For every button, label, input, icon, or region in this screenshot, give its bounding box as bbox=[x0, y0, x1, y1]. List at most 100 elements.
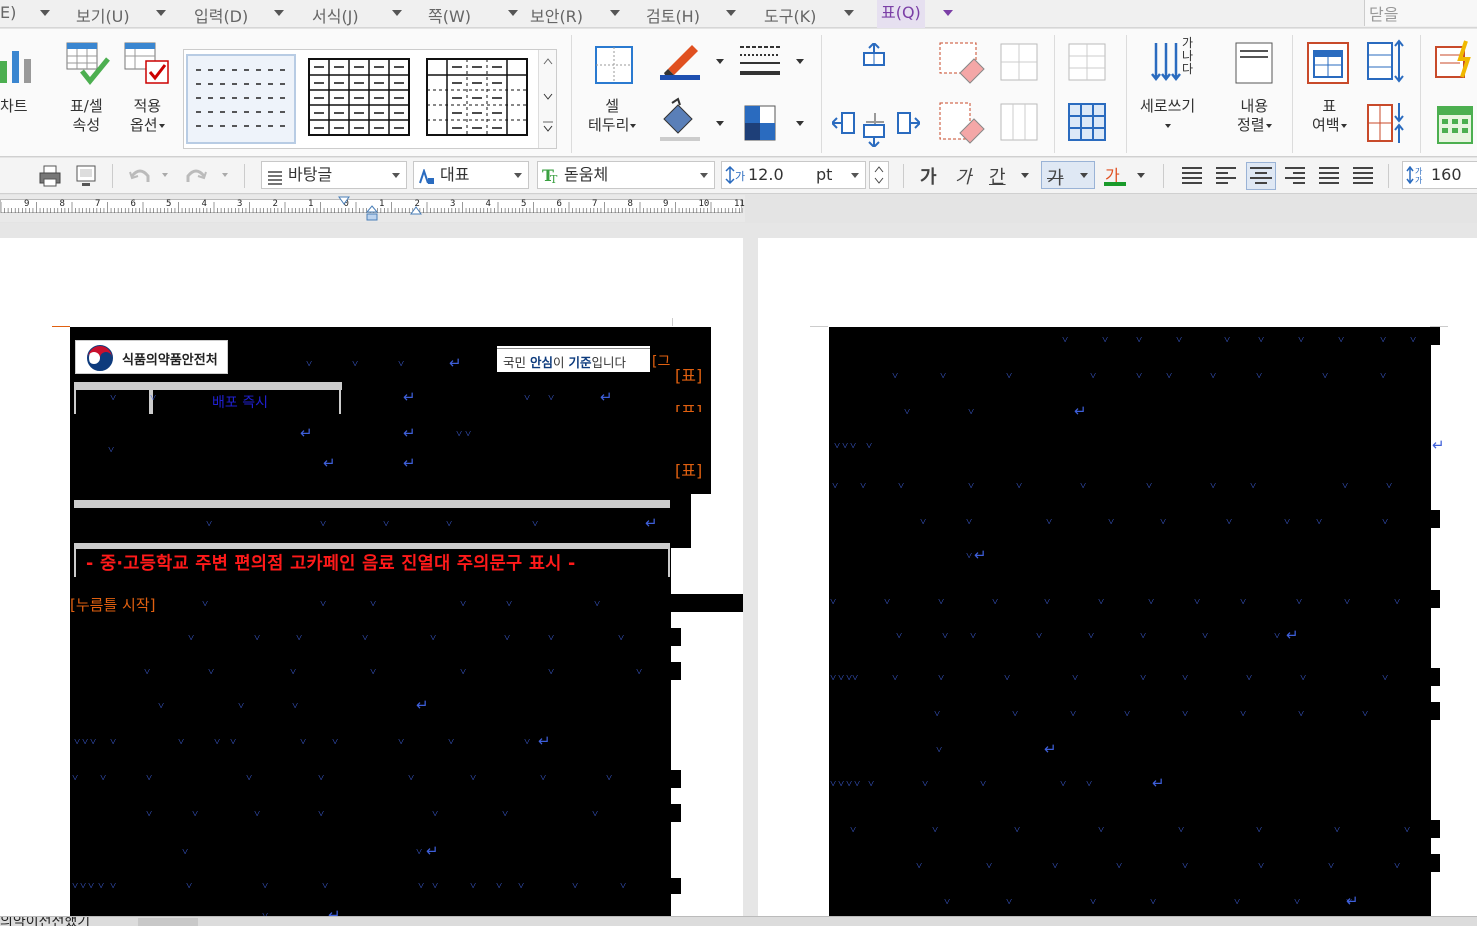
bold-button[interactable]: 가 bbox=[920, 163, 937, 189]
menu-arrow-icon[interactable] bbox=[726, 10, 736, 16]
font-size-input[interactable]: 가 12.0 pt bbox=[721, 161, 866, 189]
split-cells-icon[interactable] bbox=[1000, 103, 1038, 141]
page-left[interactable]: 식품의약품안전처 국민 안심이 기준입니다 [그 배포 즉시 [표] [표] [… bbox=[0, 238, 743, 923]
line-spacing-input[interactable]: 가가 160 bbox=[1402, 161, 1477, 189]
insert-right-icon[interactable] bbox=[896, 111, 922, 135]
document-area[interactable]: 식품의약품안전처 국민 안심이 기준입니다 [그 배포 즉시 [표] [표] [… bbox=[0, 223, 1477, 923]
underline-button[interactable]: 간 bbox=[989, 163, 1006, 189]
table-cell-properties-icon[interactable] bbox=[66, 41, 112, 87]
align-divide-icon[interactable] bbox=[1351, 164, 1375, 188]
representative-font-select[interactable]: 대표 bbox=[413, 161, 529, 189]
table-style-grid-bold[interactable] bbox=[306, 56, 412, 142]
menu-arrow-icon[interactable] bbox=[610, 10, 620, 16]
cell-block-icon[interactable] bbox=[1068, 43, 1106, 81]
space-mark: ˅ bbox=[1380, 369, 1387, 382]
align-right-icon[interactable] bbox=[1283, 164, 1307, 188]
menu-arrow-icon[interactable] bbox=[156, 10, 166, 16]
paragraph-return-mark: ↵ bbox=[645, 514, 658, 532]
border-pen-color-icon[interactable] bbox=[658, 41, 702, 81]
menu-item[interactable]: 서식(J) bbox=[312, 3, 359, 27]
ruler-number: 6 bbox=[130, 199, 136, 209]
table-style-grid-mixed[interactable] bbox=[424, 56, 530, 142]
status-tab[interactable] bbox=[138, 918, 198, 926]
content-align-button[interactable]: 내용 정렬 bbox=[1237, 97, 1272, 135]
insert-above-icon[interactable] bbox=[862, 41, 886, 67]
row-height-equal-icon[interactable] bbox=[1366, 39, 1406, 83]
cell-fill-arrow-icon[interactable] bbox=[716, 121, 724, 126]
search-input[interactable]: 닫을 bbox=[1364, 0, 1477, 26]
menu-item[interactable]: 보안(R) bbox=[530, 3, 583, 27]
table-grid-icon[interactable] bbox=[1068, 103, 1106, 141]
menu-arrow-icon[interactable] bbox=[844, 10, 854, 16]
align-center-icon[interactable] bbox=[1246, 162, 1276, 190]
menu-arrow-icon[interactable] bbox=[40, 10, 50, 16]
space-mark: ˅ bbox=[98, 879, 105, 892]
merge-cells-icon[interactable] bbox=[1000, 43, 1038, 81]
menu-item[interactable]: 검토(H) bbox=[646, 3, 700, 27]
menu-item[interactable]: 보기(U) bbox=[76, 3, 130, 27]
cell-fill-icon[interactable] bbox=[658, 97, 702, 141]
strike-button[interactable]: 가 bbox=[1041, 161, 1095, 189]
menu-item[interactable]: 도구(K) bbox=[764, 3, 816, 27]
align-distribute-icon[interactable] bbox=[1317, 164, 1341, 188]
formula-icon[interactable] bbox=[1434, 39, 1477, 83]
ruler-indent-marker-right[interactable] bbox=[410, 205, 422, 215]
style-select[interactable]: 바탕글 bbox=[261, 161, 407, 189]
redo-icon[interactable] bbox=[184, 164, 208, 188]
ruler-indent-marker-left[interactable] bbox=[338, 195, 350, 205]
apply-options-icon[interactable] bbox=[124, 41, 170, 87]
menu-table[interactable]: 표(Q) bbox=[877, 0, 925, 28]
border-line-style-icon[interactable] bbox=[740, 43, 780, 79]
align-justify-icon[interactable] bbox=[1180, 164, 1204, 188]
print-icon[interactable] bbox=[38, 164, 62, 188]
table-cell-properties-button[interactable]: 표/셀 속성 bbox=[70, 97, 103, 135]
horizontal-ruler[interactable]: 9 8 7 6 5 4 3 2 1 0 1 2 3 4 5 6 7 8 9 10 11 bbox=[0, 195, 745, 222]
gallery-scrollbar[interactable] bbox=[538, 50, 556, 148]
border-line-style-arrow-icon[interactable] bbox=[796, 59, 804, 64]
insert-left-icon[interactable] bbox=[830, 111, 856, 135]
table-margin-icon[interactable] bbox=[1306, 41, 1350, 85]
italic-button[interactable]: 가 bbox=[955, 163, 972, 189]
insert-below-icon[interactable] bbox=[862, 123, 886, 149]
chart-button-label[interactable]: 차트 bbox=[0, 97, 28, 116]
table-style-dashed[interactable] bbox=[186, 54, 296, 144]
menu-item[interactable]: E) bbox=[0, 3, 16, 22]
apply-options-button[interactable]: 적용 옵션 bbox=[130, 97, 165, 135]
ruler-number: 8 bbox=[59, 199, 65, 209]
redo-arrow-icon[interactable] bbox=[222, 173, 228, 177]
align-left-icon[interactable] bbox=[1214, 164, 1238, 188]
delete-row-icon[interactable] bbox=[938, 41, 986, 85]
menu-item[interactable]: 입력(D) bbox=[194, 3, 248, 27]
cell-shade-icon[interactable] bbox=[744, 105, 776, 141]
table-margin-button[interactable]: 표 여백 bbox=[1312, 97, 1347, 135]
font-color-arrow-icon[interactable] bbox=[1137, 173, 1145, 178]
delete-col-icon[interactable] bbox=[938, 101, 986, 145]
menu-table-arrow-icon[interactable] bbox=[943, 10, 953, 16]
font-color-button[interactable]: 가 bbox=[1104, 162, 1128, 190]
menu-arrow-icon[interactable] bbox=[392, 10, 402, 16]
undo-arrow-icon[interactable] bbox=[162, 173, 168, 177]
calculator-icon[interactable] bbox=[1436, 105, 1474, 145]
content-align-icon[interactable] bbox=[1234, 41, 1274, 85]
font-size-spinner[interactable] bbox=[869, 161, 889, 189]
undo-icon[interactable] bbox=[128, 164, 152, 188]
menu-arrow-icon[interactable] bbox=[274, 10, 284, 16]
space-mark: ˅ bbox=[110, 391, 117, 404]
field-table-marker: [표] bbox=[675, 461, 703, 480]
cell-border-button[interactable]: 셀 테두리 bbox=[588, 97, 637, 135]
border-pen-arrow-icon[interactable] bbox=[716, 59, 724, 64]
status-tab-label[interactable]: 의약이전전했기 bbox=[0, 917, 90, 926]
font-select[interactable]: TT 돋움체 bbox=[537, 161, 715, 189]
print-preview-icon[interactable] bbox=[74, 164, 98, 188]
cell-shade-arrow-icon[interactable] bbox=[796, 121, 804, 126]
vertical-writing-button[interactable]: 세로쓰기 bbox=[1140, 97, 1195, 135]
cell-border-icon[interactable] bbox=[594, 45, 634, 85]
menu-item[interactable]: 쪽(W) bbox=[428, 3, 471, 27]
ruler-indent-marker-first[interactable] bbox=[365, 205, 379, 221]
space-mark: ˅ bbox=[318, 807, 325, 820]
chart-icon[interactable] bbox=[0, 43, 40, 83]
underline-arrow-icon[interactable] bbox=[1021, 173, 1029, 178]
page-right[interactable]: ˅ ˅ ˅ ˅ ˅ ˅ ˅ ˅ ˅ ˅ ˅ ˅ ˅ ˅ ˅ ˅ ˅ ˅ ˅ ˅ ˅ ˅ ↵ ˅ ˅ ˅ ˅ ↵ ˅ ˅ ˅ ˅ ˅ ˅ ˅ ˅ ˅ ˅ ˅ ˅… bbox=[758, 238, 1477, 918]
col-width-equal-icon[interactable] bbox=[1366, 101, 1406, 145]
menu-arrow-icon[interactable] bbox=[508, 10, 518, 16]
